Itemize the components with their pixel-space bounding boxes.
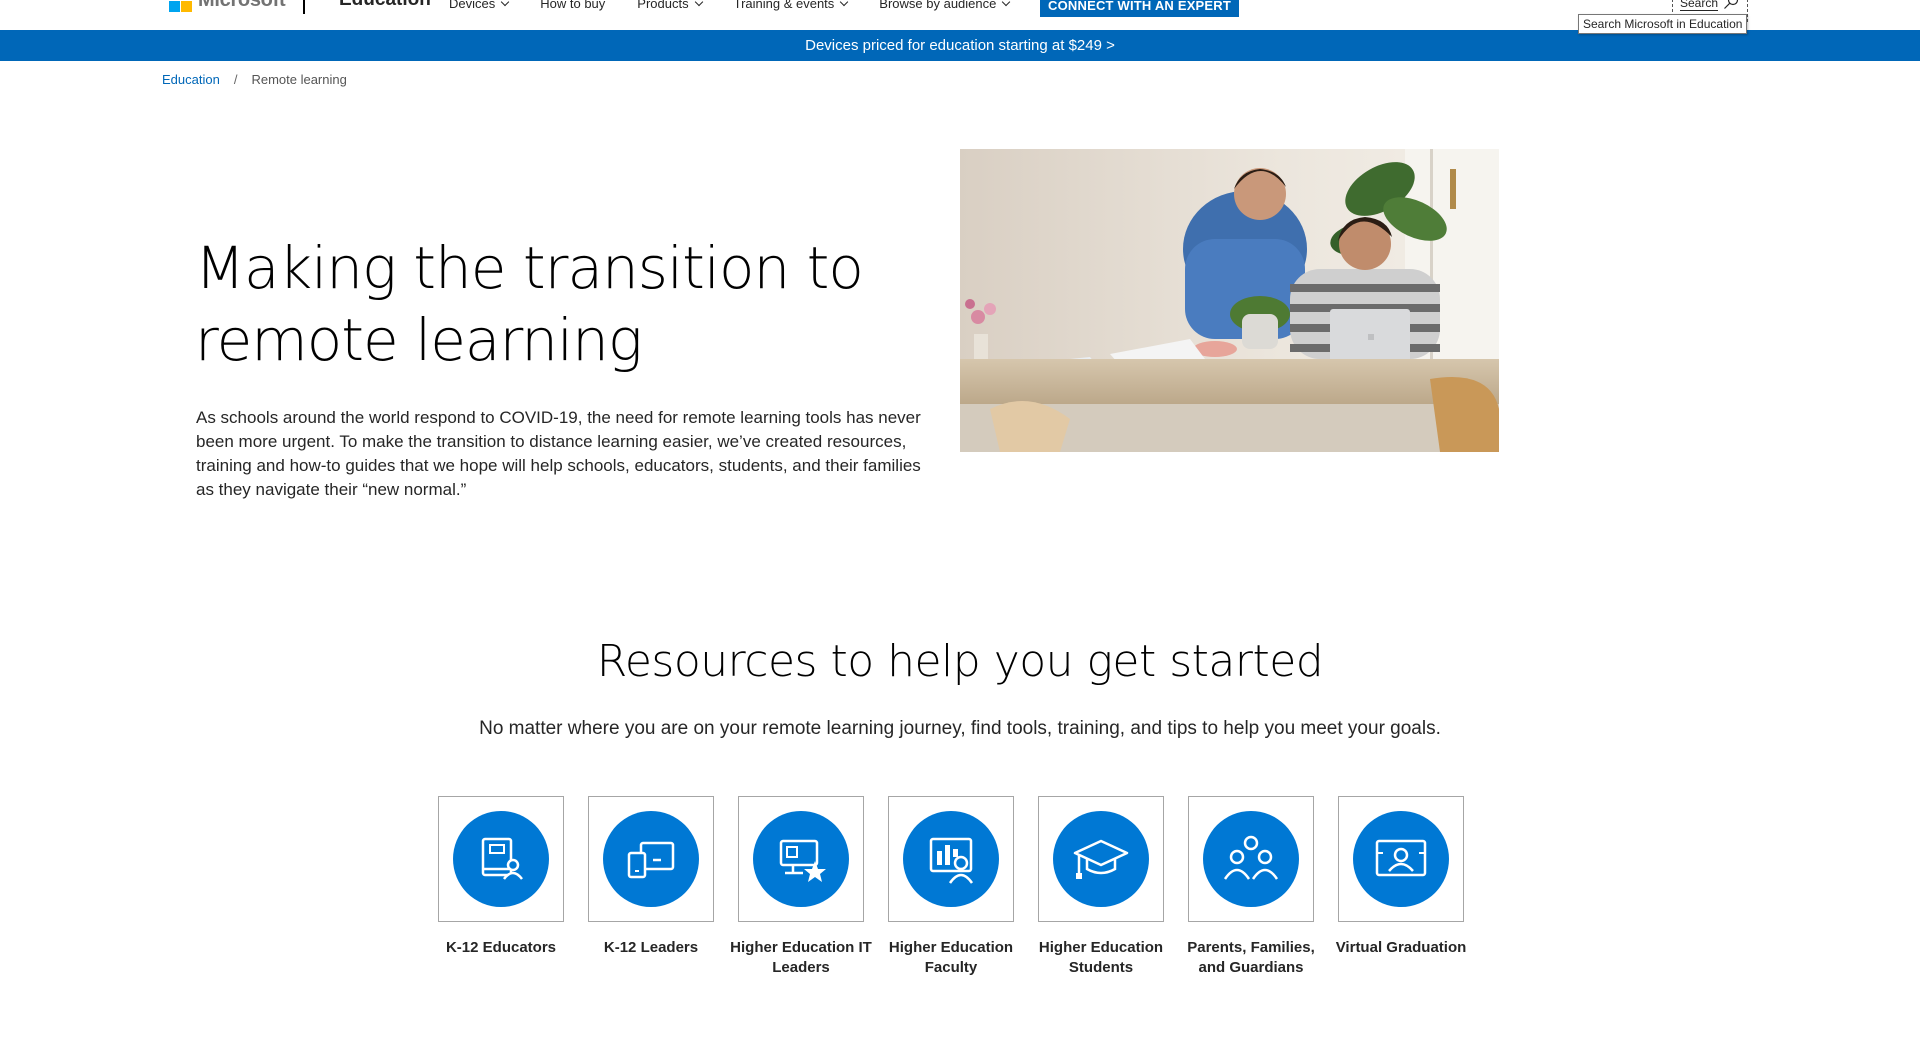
nav-item-browse-by-audience[interactable]: Browse by audience [879,0,1011,11]
card-icon-circle [603,811,699,907]
card-label[interactable]: Parents, Families, and Guardians [1176,938,1326,978]
card-tile[interactable] [1338,796,1464,922]
chevron-down-icon [1002,0,1011,6]
card-icon-circle [1053,811,1149,907]
card-higher-ed-faculty[interactable]: Higher Education Faculty [888,796,1014,978]
educator-book-icon [481,837,523,880]
card-tile[interactable] [438,796,564,922]
brand-name: Microsoft [198,0,286,11]
breadcrumb-current: Remote learning [251,72,347,87]
card-virtual-graduation[interactable]: Virtual Graduation [1336,796,1466,978]
card-tile[interactable] [588,796,714,922]
graduation-cap-icon [1073,839,1129,879]
site-title[interactable]: Education [339,0,431,11]
search-tooltip: Search Microsoft in Education [1578,14,1748,34]
section-subtitle: No matter where you are on your remote l… [479,718,1441,739]
nav-label: Browse by audience [879,0,997,11]
card-icon-circle [1203,811,1299,907]
chevron-down-icon [501,0,510,6]
card-higher-ed-students[interactable]: Higher Education Students [1038,796,1164,978]
breadcrumb-link-education[interactable]: Education [162,72,220,87]
nav-label: How to buy [540,0,606,11]
nav-item-devices[interactable]: Devices [449,0,510,11]
main-nav: Devices How to buy Products Training & e… [449,0,1041,11]
card-label[interactable]: K-12 Leaders [576,938,726,958]
card-k12-educators[interactable]: K-12 Educators [438,796,564,978]
virtual-graduation-icon [1375,839,1427,877]
audience-cards: K-12 Educators K-12 Leaders Higher Educa… [438,796,1488,978]
promo-banner[interactable]: Devices priced for education starting at… [0,30,1920,61]
card-icon-circle [903,811,999,907]
card-label[interactable]: Higher Education Faculty [876,938,1026,978]
nav-label: Training & events [733,0,835,11]
header-divider [303,0,305,14]
family-group-icon [1223,835,1279,880]
students-at-table-image [960,149,1499,452]
chevron-down-icon [694,0,703,6]
search-label: Search [1680,0,1719,11]
connect-with-expert-button[interactable]: CONNECT WITH AN EXPERT [1040,0,1240,17]
card-icon-circle [1353,811,1449,907]
section-title: Resources to help you get started [596,636,1324,687]
promo-banner-text: Devices priced for education starting at… [805,37,1115,54]
chevron-down-icon [840,0,849,6]
nav-item-how-to-buy[interactable]: How to buy [540,0,605,11]
faculty-presenter-icon [929,837,974,884]
card-icon-circle [453,811,549,907]
nav-item-products[interactable]: Products [637,0,703,11]
card-tile[interactable] [888,796,1014,922]
it-leader-device-star-icon [779,839,826,882]
card-k12-leaders[interactable]: K-12 Leaders [588,796,714,978]
card-label[interactable]: Virtual Graduation [1326,938,1476,958]
page-title: Making the transition to remote learning [195,234,864,374]
card-parents-families[interactable]: Parents, Families, and Guardians [1187,796,1315,978]
card-label[interactable]: Higher Education Students [1026,938,1176,978]
card-tile[interactable] [738,796,864,922]
card-label[interactable]: K-12 Educators [426,938,576,958]
hero-description: As schools around the world respond to C… [196,408,921,499]
microsoft-logo[interactable]: Microsoft [169,0,286,12]
breadcrumb-separator: / [233,72,238,87]
card-label[interactable]: Higher Education IT Leaders [726,938,876,978]
nav-label: Products [637,0,689,11]
card-tile[interactable] [1038,796,1164,922]
breadcrumb: Education / Remote learning [162,72,347,87]
card-icon-circle [753,811,849,907]
search-icon [1724,0,1739,9]
microsoft-logo-icon [169,0,192,12]
card-tile[interactable] [1188,796,1314,922]
nav-label: Devices [449,0,496,11]
devices-icon [627,841,675,879]
card-higher-ed-it-leaders[interactable]: Higher Education IT Leaders [730,796,872,978]
hero-image [960,149,1499,452]
nav-item-training-events[interactable]: Training & events [733,0,849,11]
